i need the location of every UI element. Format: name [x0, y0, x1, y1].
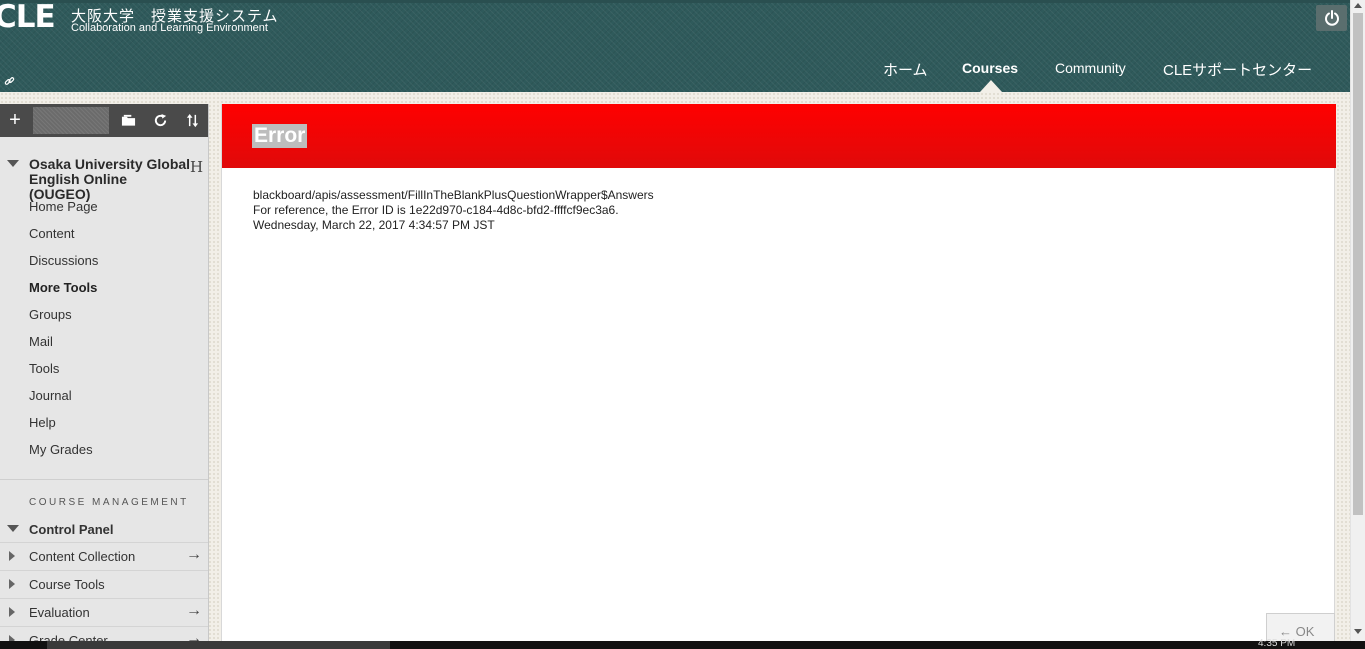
- taskbar-window-button[interactable]: [47, 641, 390, 649]
- add-menu-item-button[interactable]: +: [0, 104, 30, 137]
- nav-courses[interactable]: Courses: [962, 60, 1018, 76]
- menu-item-groups[interactable]: Groups: [29, 307, 72, 322]
- site-title-en: Collaboration and Learning Environment: [71, 22, 268, 34]
- menu-item-tools[interactable]: Tools: [29, 361, 59, 376]
- menu-item-mail[interactable]: Mail: [29, 334, 53, 349]
- refresh-icon: [154, 113, 166, 127]
- course-menu-toolbar: +: [0, 104, 208, 137]
- control-panel-item-label: Evaluation: [29, 605, 90, 620]
- error-timestamp: Wednesday, March 22, 2017 4:34:57 PM JST: [253, 218, 495, 232]
- menu-item-more-tools[interactable]: More Tools: [29, 280, 97, 295]
- arrow-right-icon: →: [186, 546, 202, 563]
- os-taskbar: 4:35 PM: [0, 638, 1365, 649]
- logout-button[interactable]: [1316, 5, 1347, 31]
- control-panel-item-label: Content Collection: [29, 549, 136, 564]
- folder-view-button[interactable]: [113, 104, 143, 137]
- reorder-button[interactable]: [177, 104, 207, 137]
- menu-item-discussions[interactable]: Discussions: [29, 253, 98, 268]
- arrow-right-icon: →: [186, 602, 202, 619]
- page-title: Error: [252, 124, 308, 148]
- error-reference-id: For reference, the Error ID is 1e22d970-…: [253, 203, 619, 217]
- menu-item-help[interactable]: Help: [29, 415, 56, 430]
- scroll-up-icon[interactable]: [1354, 3, 1362, 8]
- sidebar-divider: [0, 479, 208, 480]
- course-management-heading: COURSE MANAGEMENT: [29, 497, 189, 508]
- nav-support-center[interactable]: CLEサポートセンター: [1163, 59, 1312, 80]
- course-menu-sidebar: + Osaka University Global English Online…: [0, 104, 209, 649]
- error-banner: Error: [222, 104, 1336, 168]
- site-header: CLE 大阪大学 授業支援システム Collaboration and Lear…: [0, 0, 1350, 92]
- main-content-panel: Error blackboard/apis/assessment/FillInT…: [221, 104, 1336, 649]
- menu-item-content[interactable]: Content: [29, 226, 75, 241]
- control-panel-title[interactable]: Control Panel: [29, 522, 114, 537]
- control-panel-caret-icon[interactable]: [7, 525, 19, 532]
- refresh-button[interactable]: [145, 104, 175, 137]
- active-nav-indicator: [980, 80, 1002, 92]
- expand-triangle-icon: [9, 607, 15, 617]
- sort-icon: [186, 113, 198, 128]
- power-icon: [1324, 10, 1339, 26]
- course-collapse-caret-icon[interactable]: [7, 160, 19, 167]
- taskbar-clock: 4:35 PM: [1258, 638, 1296, 649]
- menu-item-my-grades[interactable]: My Grades: [29, 442, 93, 457]
- menu-item-home-page[interactable]: Home Page: [29, 199, 98, 214]
- nav-home[interactable]: ホーム: [883, 59, 928, 80]
- course-title[interactable]: Osaka University Global English Online (…: [29, 157, 191, 202]
- control-panel-item-evaluation[interactable]: Evaluation →: [0, 598, 208, 626]
- control-panel-item-course-tools[interactable]: Course Tools: [0, 570, 208, 598]
- control-panel-item-label: Course Tools: [29, 577, 105, 592]
- nav-community[interactable]: Community: [1055, 60, 1126, 76]
- folder-icon: [121, 114, 135, 126]
- page-scrollbar[interactable]: [1350, 0, 1365, 649]
- expand-triangle-icon: [9, 551, 15, 561]
- scroll-down-icon[interactable]: [1354, 629, 1362, 634]
- menu-item-journal[interactable]: Journal: [29, 388, 72, 403]
- cle-logo[interactable]: CLE: [0, 0, 56, 35]
- course-menu-search[interactable]: [33, 107, 109, 134]
- scrollbar-thumb[interactable]: [1353, 13, 1363, 515]
- link-icon[interactable]: [2, 73, 17, 90]
- course-badge: H: [190, 158, 204, 176]
- expand-triangle-icon: [9, 579, 15, 589]
- error-message: blackboard/apis/assessment/FillInTheBlan…: [253, 188, 654, 202]
- control-panel-item-content-collection[interactable]: Content Collection →: [0, 542, 208, 570]
